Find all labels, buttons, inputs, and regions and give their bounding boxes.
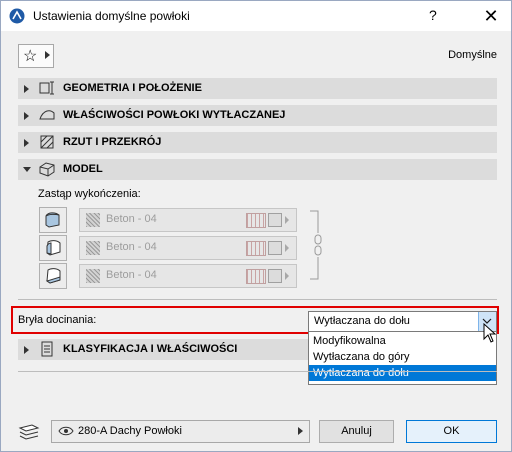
- texture-grid-icon: [246, 241, 266, 256]
- layer-dropdown[interactable]: 280-A Dachy Powłoki: [51, 420, 310, 443]
- option-extruded-down[interactable]: Wytłaczana do dołu: [309, 365, 496, 381]
- image-icon: [268, 213, 282, 227]
- surface-side-icon: [46, 240, 61, 256]
- model-icon: [39, 162, 55, 177]
- section-label: GEOMETRIA I POŁOŻENIE: [63, 82, 202, 94]
- section-geometry[interactable]: GEOMETRIA I POŁOŻENIE: [18, 78, 497, 99]
- dialog-window: Ustawienia domyślne powłoki ? ✕ ☆ Domyśl…: [0, 0, 512, 452]
- surface-bottom-icon: [45, 268, 61, 284]
- close-button[interactable]: ✕: [475, 3, 507, 29]
- surface-picker-bottom[interactable]: Beton - 04: [79, 264, 297, 288]
- dropdown-value: Wytłaczana do dołu: [314, 315, 410, 327]
- material-swatch: [86, 241, 100, 255]
- material-swatch: [86, 269, 100, 283]
- surface-name: Beton - 04: [106, 241, 157, 253]
- override-top-surface-button[interactable]: [39, 207, 67, 233]
- expand-arrow-icon: [24, 139, 29, 147]
- texture-grid-icon: [246, 269, 266, 284]
- title-bar: Ustawienia domyślne powłoki ? ✕: [1, 1, 511, 31]
- crop-body-options-list: Modyfikowalna Wytłaczana do góry Wytłacz…: [308, 331, 497, 385]
- geometry-icon: [39, 81, 54, 95]
- surface-name: Beton - 04: [106, 269, 157, 281]
- section-label: WŁAŚCIWOŚCI POWŁOKI WYTŁACZANEJ: [63, 109, 286, 121]
- surface-name: Beton - 04: [106, 213, 157, 225]
- option-modifiable[interactable]: Modyfikowalna: [309, 333, 496, 349]
- expand-arrow-icon: [24, 346, 29, 354]
- expand-arrow-icon: [24, 112, 29, 120]
- layers-icon: [18, 424, 40, 440]
- section-label: MODEL: [63, 163, 103, 175]
- defaults-label: Domyślne: [448, 49, 497, 61]
- cancel-button[interactable]: Anuluj: [319, 420, 394, 443]
- texture-grid-icon: [246, 213, 266, 228]
- favorites-button[interactable]: ☆: [18, 44, 54, 68]
- help-button[interactable]: ?: [429, 7, 437, 23]
- override-side-surface-button[interactable]: [39, 235, 67, 261]
- crop-body-dropdown[interactable]: Wytłaczana do dołu: [308, 311, 497, 332]
- image-icon: [268, 269, 282, 283]
- ok-button[interactable]: OK: [406, 420, 497, 443]
- section-shell-properties[interactable]: WŁAŚCIWOŚCI POWŁOKI WYTŁACZANEJ: [18, 105, 497, 126]
- arrow-right-icon: [285, 272, 289, 280]
- section-label: KLASYFIKACJA I WŁAŚCIWOŚCI: [63, 343, 238, 355]
- classification-icon: [41, 341, 53, 357]
- section-label: RZUT I PRZEKRÓJ: [63, 136, 162, 148]
- layer-name: 280-A Dachy Powłoki: [78, 425, 182, 437]
- material-swatch: [86, 213, 100, 227]
- image-icon: [268, 241, 282, 255]
- eye-icon: [58, 426, 74, 436]
- shell-icon: [39, 110, 55, 120]
- floor-plan-icon: [40, 135, 54, 149]
- section-model[interactable]: MODEL: [18, 159, 497, 180]
- section-floor-plan[interactable]: RZUT I PRZEKRÓJ: [18, 132, 497, 153]
- crop-body-label: Bryła docinania:: [18, 314, 97, 326]
- chain-link-icon[interactable]: [309, 207, 327, 283]
- arrow-right-icon: [45, 51, 50, 59]
- surface-picker-top[interactable]: Beton - 04: [79, 208, 297, 232]
- mouse-cursor-icon: [483, 323, 497, 343]
- arrow-right-icon: [298, 427, 303, 435]
- override-surfaces-label: Zastąp wykończenia:: [38, 188, 141, 200]
- window-title: Ustawienia domyślne powłoki: [33, 9, 190, 23]
- archicad-app-icon: [9, 8, 25, 24]
- divider: [18, 299, 497, 300]
- surface-picker-side[interactable]: Beton - 04: [79, 236, 297, 260]
- arrow-right-icon: [285, 216, 289, 224]
- arrow-right-icon: [285, 244, 289, 252]
- expand-arrow-icon: [24, 85, 29, 93]
- surface-top-icon: [45, 212, 60, 228]
- option-extruded-up[interactable]: Wytłaczana do góry: [309, 349, 496, 365]
- divider: [18, 371, 497, 372]
- collapse-arrow-icon: [23, 167, 31, 172]
- override-bottom-surface-button[interactable]: [39, 263, 67, 289]
- star-icon: ☆: [23, 48, 38, 65]
